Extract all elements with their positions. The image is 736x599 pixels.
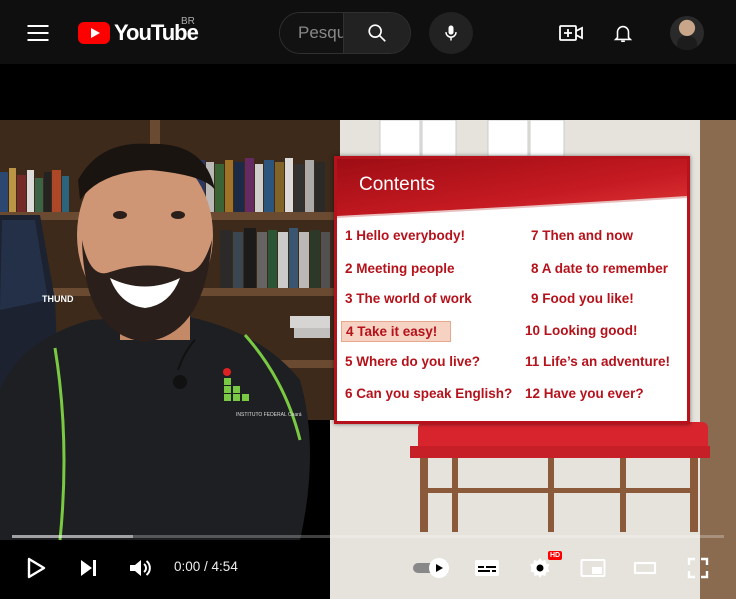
unit-7: 7 Then and now [531,228,634,243]
play-button[interactable] [18,550,54,586]
search-icon [368,24,386,42]
time-display: 0:00 / 4:54 [174,559,238,574]
unit-2: 2 Meeting people [345,261,455,276]
buffered-progress [12,535,134,538]
total-time: 4:54 [211,559,238,574]
youtube-play-logo-icon [78,22,110,44]
unit-1: 1 Hello everybody! [345,228,466,243]
unit-12: 12 Have you ever? [525,386,644,401]
video-player[interactable]: THUND INSTITUTO FEDERAL Ceará Contents 1… [0,120,736,599]
chair-brand-text: THUND [42,294,74,304]
create-button[interactable] [557,19,585,47]
autoplay-toggle-icon [413,558,449,578]
masthead: YouTube BR [0,0,736,64]
player-controls: 0:00 / 4:54 HD [0,542,736,599]
menu-icon[interactable] [24,19,52,47]
microphone-icon [445,25,457,41]
miniplayer-button[interactable] [575,550,611,586]
video-camera-add-icon [559,25,583,41]
account-avatar[interactable] [670,16,704,50]
volume-button[interactable] [122,550,158,586]
fullscreen-button[interactable] [680,550,716,586]
next-button[interactable] [71,550,107,586]
search-input[interactable] [280,13,343,53]
youtube-logo[interactable]: YouTube [78,20,199,46]
hd-badge: HD [548,551,563,560]
unit-6: 6 Can you speak English? [345,386,513,401]
unit-4-highlighted: 4 Take it easy! [341,321,451,342]
unit-9: 9 Food you like! [531,291,634,306]
search-button[interactable] [343,13,410,53]
skip-next-icon [81,560,96,576]
contents-slide: Contents 1 Hello everybody! 2 Meeting pe… [334,156,690,424]
notifications-button[interactable] [609,19,637,47]
time-separator: / [200,559,212,574]
voice-search-button[interactable] [429,12,473,54]
miniplayer-icon [580,559,606,577]
bell-icon [613,25,633,43]
theater-mode-icon [633,561,657,575]
subtitles-button[interactable] [469,550,505,586]
region-code: BR [181,16,195,27]
autoplay-toggle[interactable] [412,558,450,578]
theater-mode-button[interactable] [627,550,663,586]
unit-10: 10 Looking good! [525,323,638,338]
current-time: 0:00 [174,559,201,574]
unit-3: 3 The world of work [345,291,472,306]
shirt-logo-text: INSTITUTO FEDERAL Ceará [236,412,302,418]
unit-5: 5 Where do you live? [345,354,481,369]
search-box [279,12,411,54]
play-icon [27,557,46,579]
slide-title: Contents [359,174,436,195]
volume-icon [130,560,151,576]
spacer [0,64,736,120]
progress-bar[interactable] [12,535,724,538]
subtitles-icon [475,560,499,576]
fullscreen-icon [687,557,709,579]
unit-11: 11 Life’s an adventure! [525,354,671,369]
unit-8: 8 A date to remember [531,261,669,276]
